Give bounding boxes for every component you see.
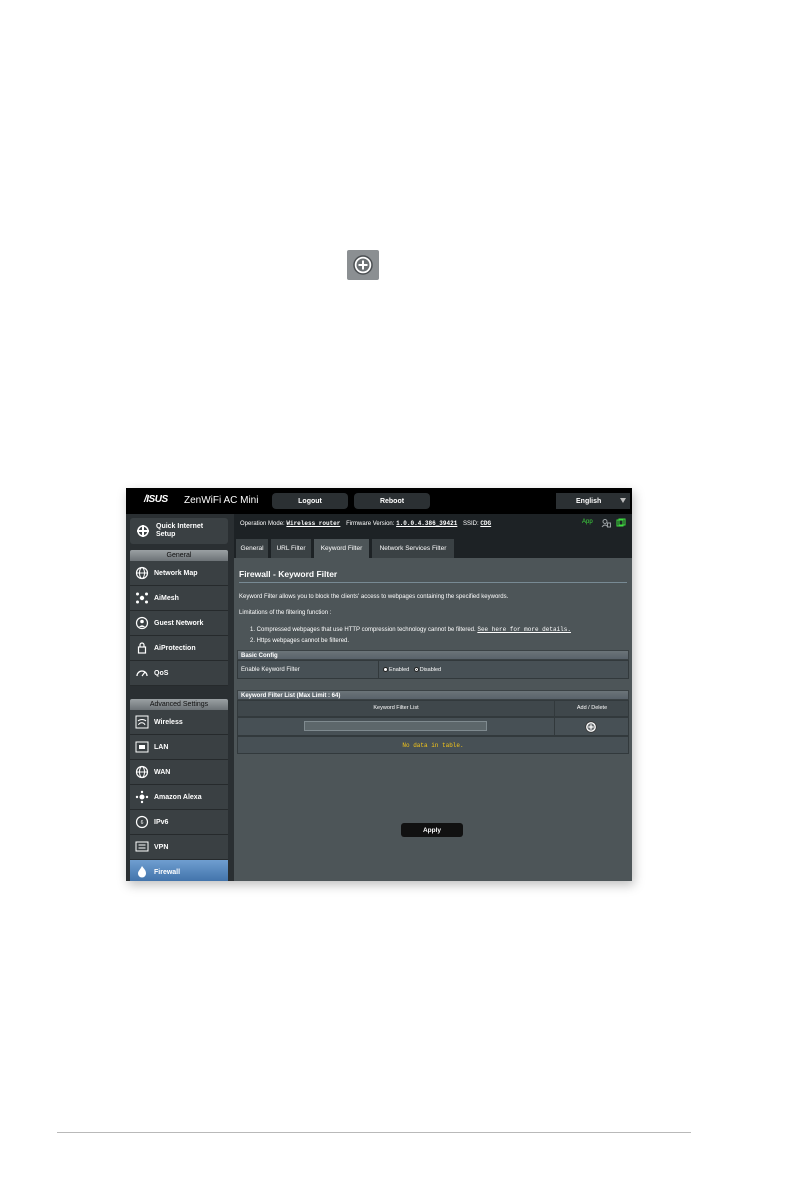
- sidebar-item-amazon-alexa[interactable]: Amazon Alexa: [130, 785, 228, 810]
- guest-network-icon: [135, 616, 149, 630]
- sidebar-item-label: AiProtection: [154, 644, 196, 652]
- usb-icon[interactable]: [616, 518, 626, 528]
- sidebar-item-aiprotection[interactable]: AiProtection: [130, 636, 228, 661]
- chevron-down-icon: [620, 498, 626, 503]
- content-area: Firewall - Keyword Filter Keyword Filter…: [234, 558, 632, 881]
- details-link[interactable]: See here for more details.: [477, 626, 571, 633]
- empty-table-row: No data in table.: [237, 736, 629, 754]
- sidebar-item-firewall[interactable]: Firewall: [130, 860, 228, 881]
- ssid-value[interactable]: CDG: [480, 520, 491, 527]
- keyword-list-column-header: Keyword Filter List Add / Delete: [237, 700, 629, 717]
- sidebar-item-label: VPN: [154, 843, 169, 851]
- firewall-icon: [138, 866, 146, 878]
- enable-keyword-filter-label: Enable Keyword Filter: [241, 667, 300, 673]
- vpn-icon: [135, 841, 149, 852]
- column-divider: [554, 718, 555, 735]
- sidebar-item-label: AiMesh: [154, 594, 179, 602]
- firmware-value[interactable]: 1.0.0.4.386_39421: [396, 520, 457, 527]
- qis-label: Quick Internet Setup: [156, 523, 204, 538]
- wifi-icon: [135, 715, 149, 729]
- quick-internet-setup-button[interactable]: Quick Internet Setup: [130, 518, 228, 544]
- general-header: General: [130, 550, 228, 561]
- product-name: ZenWiFi AC Mini: [184, 495, 259, 506]
- page-footer-rule: [57, 1132, 691, 1133]
- wizard-icon: [137, 525, 149, 537]
- lan-icon: [135, 741, 149, 753]
- tab-bar: General URL Filter Keyword Filter Networ…: [234, 534, 632, 558]
- sidebar: Quick Internet Setup General Network Map…: [126, 514, 234, 881]
- sidebar-item-ipv6[interactable]: 6 IPv6: [130, 810, 228, 835]
- language-value: English: [576, 497, 602, 505]
- sidebar-item-guest-network[interactable]: Guest Network: [130, 611, 228, 636]
- status-bar: Operation Mode: Wireless router Firmware…: [234, 514, 632, 534]
- tab-url-filter[interactable]: URL Filter: [271, 539, 311, 558]
- language-select[interactable]: English: [556, 493, 630, 509]
- sidebar-item-lan[interactable]: LAN: [130, 735, 228, 760]
- page-description: Keyword Filter allows you to block the c…: [239, 594, 509, 600]
- limitations-heading: Limitations of the filtering function :: [239, 610, 332, 616]
- limitation-1-text: 1. Compressed webpages that use HTTP com…: [250, 627, 476, 633]
- globe-icon: [135, 566, 149, 580]
- alexa-icon: [135, 790, 149, 804]
- app-link[interactable]: App: [582, 519, 593, 525]
- globe-icon: [135, 765, 149, 779]
- row-divider: [378, 661, 379, 678]
- enabled-radio[interactable]: [383, 667, 388, 673]
- reboot-button[interactable]: Reboot: [354, 493, 430, 509]
- sidebar-item-network-map[interactable]: Network Map: [130, 561, 228, 586]
- sidebar-item-label: Amazon Alexa: [154, 793, 202, 801]
- logout-button[interactable]: Logout: [272, 493, 348, 509]
- sidebar-item-label: Network Map: [154, 569, 198, 577]
- firmware-label: Firmware Version:: [346, 521, 395, 527]
- sidebar-item-label: LAN: [154, 743, 169, 751]
- empty-table-message: No data in table.: [402, 742, 464, 749]
- sidebar-item-qos[interactable]: QoS: [130, 661, 228, 686]
- enabled-label: Enabled: [389, 667, 410, 673]
- router-screenshot: /ISUS ZenWiFi AC Mini Logout Reboot Engl…: [126, 488, 632, 881]
- sidebar-item-label: QoS: [154, 669, 169, 677]
- lock-icon: [137, 642, 147, 654]
- sidebar-item-vpn[interactable]: VPN: [130, 835, 228, 860]
- tab-network-services-filter[interactable]: Network Services Filter: [372, 539, 454, 558]
- sidebar-item-label: IPv6: [154, 818, 169, 826]
- brand-logo: /ISUS: [144, 494, 168, 505]
- gauge-icon: [136, 670, 148, 677]
- sidebar-item-wan[interactable]: WAN: [130, 760, 228, 785]
- sidebar-item-label: Wireless: [154, 718, 183, 726]
- add-delete-column: Add / Delete: [576, 705, 608, 711]
- add-icon[interactable]: [585, 721, 597, 733]
- add-icon: [347, 250, 379, 280]
- enable-radio-group: Enabled Disabled: [383, 667, 441, 673]
- keyword-input[interactable]: [304, 721, 487, 731]
- page-title: Firewall - Keyword Filter: [239, 569, 338, 579]
- top-bar: /ISUS ZenWiFi AC Mini Logout Reboot Engl…: [126, 488, 632, 514]
- keyword-list-header: Keyword Filter List (Max Limit : 64): [237, 690, 629, 700]
- sidebar-item-label: Guest Network: [154, 619, 204, 627]
- tab-general[interactable]: General: [236, 539, 268, 558]
- enable-keyword-filter-row: Enable Keyword Filter Enabled Disabled: [237, 660, 629, 679]
- apply-button[interactable]: Apply: [401, 823, 463, 837]
- sidebar-item-label: WAN: [154, 768, 171, 776]
- disabled-radio[interactable]: [413, 667, 419, 673]
- sidebar-item-aimesh[interactable]: AiMesh: [130, 586, 228, 611]
- svg-text:6: 6: [141, 820, 144, 826]
- title-divider: [239, 582, 627, 583]
- clients-icon[interactable]: [601, 518, 611, 528]
- tab-keyword-filter[interactable]: Keyword Filter: [314, 539, 369, 558]
- ipv6-icon: 6: [135, 815, 149, 829]
- sidebar-item-label: Firewall: [154, 868, 181, 876]
- operation-mode-value[interactable]: Wireless router: [286, 520, 340, 527]
- advanced-settings-header: Advanced Settings: [130, 699, 228, 710]
- limitation-2: 2. Https webpages cannot be filtered.: [250, 638, 350, 644]
- limitation-1: 1. Compressed webpages that use HTTP com…: [250, 626, 571, 633]
- sidebar-item-wireless[interactable]: Wireless: [130, 710, 228, 735]
- keyword-input-row: [237, 717, 629, 736]
- operation-mode-label: Operation Mode:: [240, 521, 285, 527]
- disabled-label: Disabled: [419, 667, 442, 673]
- keyword-list-column: Keyword Filter List: [373, 705, 419, 711]
- main-panel: Operation Mode: Wireless router Firmware…: [234, 514, 632, 881]
- mesh-icon: [136, 592, 148, 604]
- basic-config-header: Basic Config: [237, 650, 629, 660]
- ssid-label: SSID:: [462, 521, 479, 527]
